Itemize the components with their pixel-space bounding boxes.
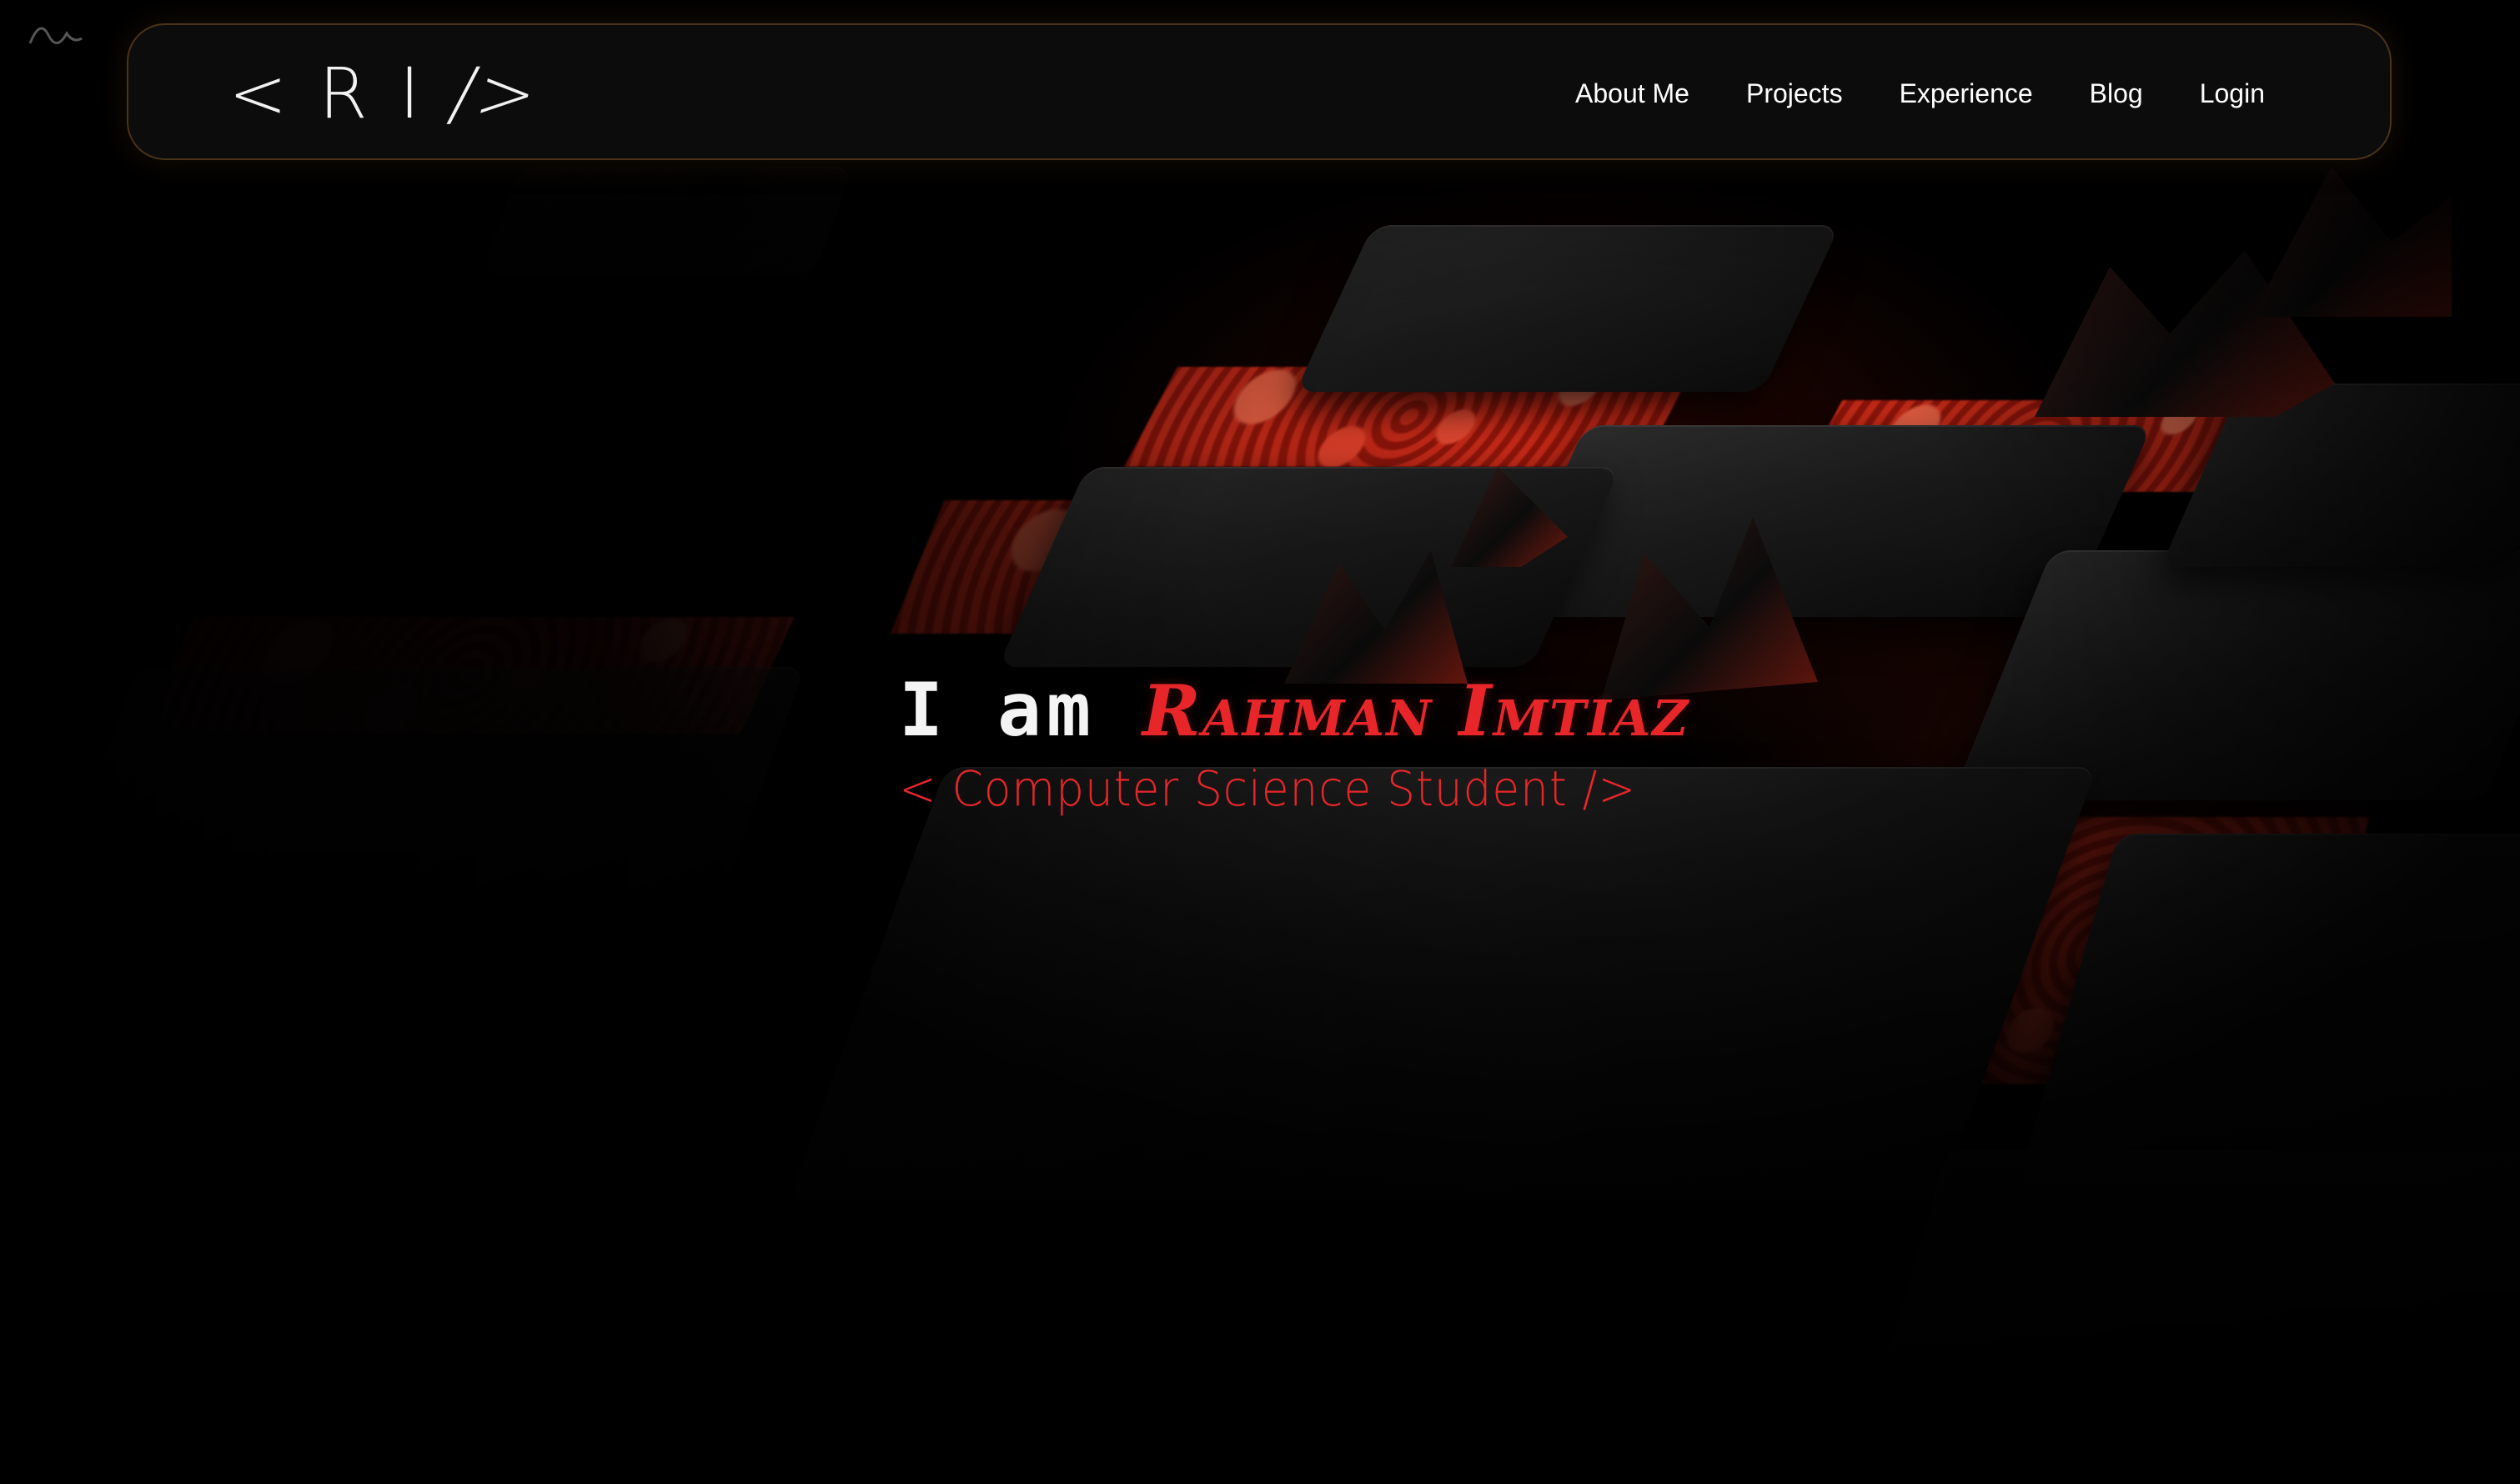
logo-char: R: [319, 53, 369, 134]
top-navbar: < R I /> About Me Projects Experience Bl…: [127, 23, 2392, 160]
nav-link-experience[interactable]: Experience: [1900, 78, 2033, 109]
logo-char: />: [443, 53, 546, 134]
nav-links: About Me Projects Experience Blog Login: [1575, 25, 2265, 162]
hero-name: Rahman Imtiaz: [1142, 669, 1690, 752]
hero-title: I am Rahman Imtiaz: [899, 667, 1900, 753]
scribble-mark-icon: [28, 27, 83, 44]
nav-link-projects[interactable]: Projects: [1746, 78, 1843, 109]
hero-section: I am Rahman Imtiaz < Computer Science St…: [899, 667, 1900, 817]
nav-link-login[interactable]: Login: [2200, 78, 2265, 109]
hero-subtitle: < Computer Science Student />: [899, 760, 1637, 817]
logo-char: <: [228, 53, 289, 134]
hero-prefix: I am: [899, 667, 1096, 753]
logo-char: I: [399, 53, 422, 134]
nav-link-about-me[interactable]: About Me: [1575, 78, 1689, 109]
site-logo[interactable]: < R I />: [228, 43, 546, 143]
nav-link-blog[interactable]: Blog: [2090, 78, 2143, 109]
